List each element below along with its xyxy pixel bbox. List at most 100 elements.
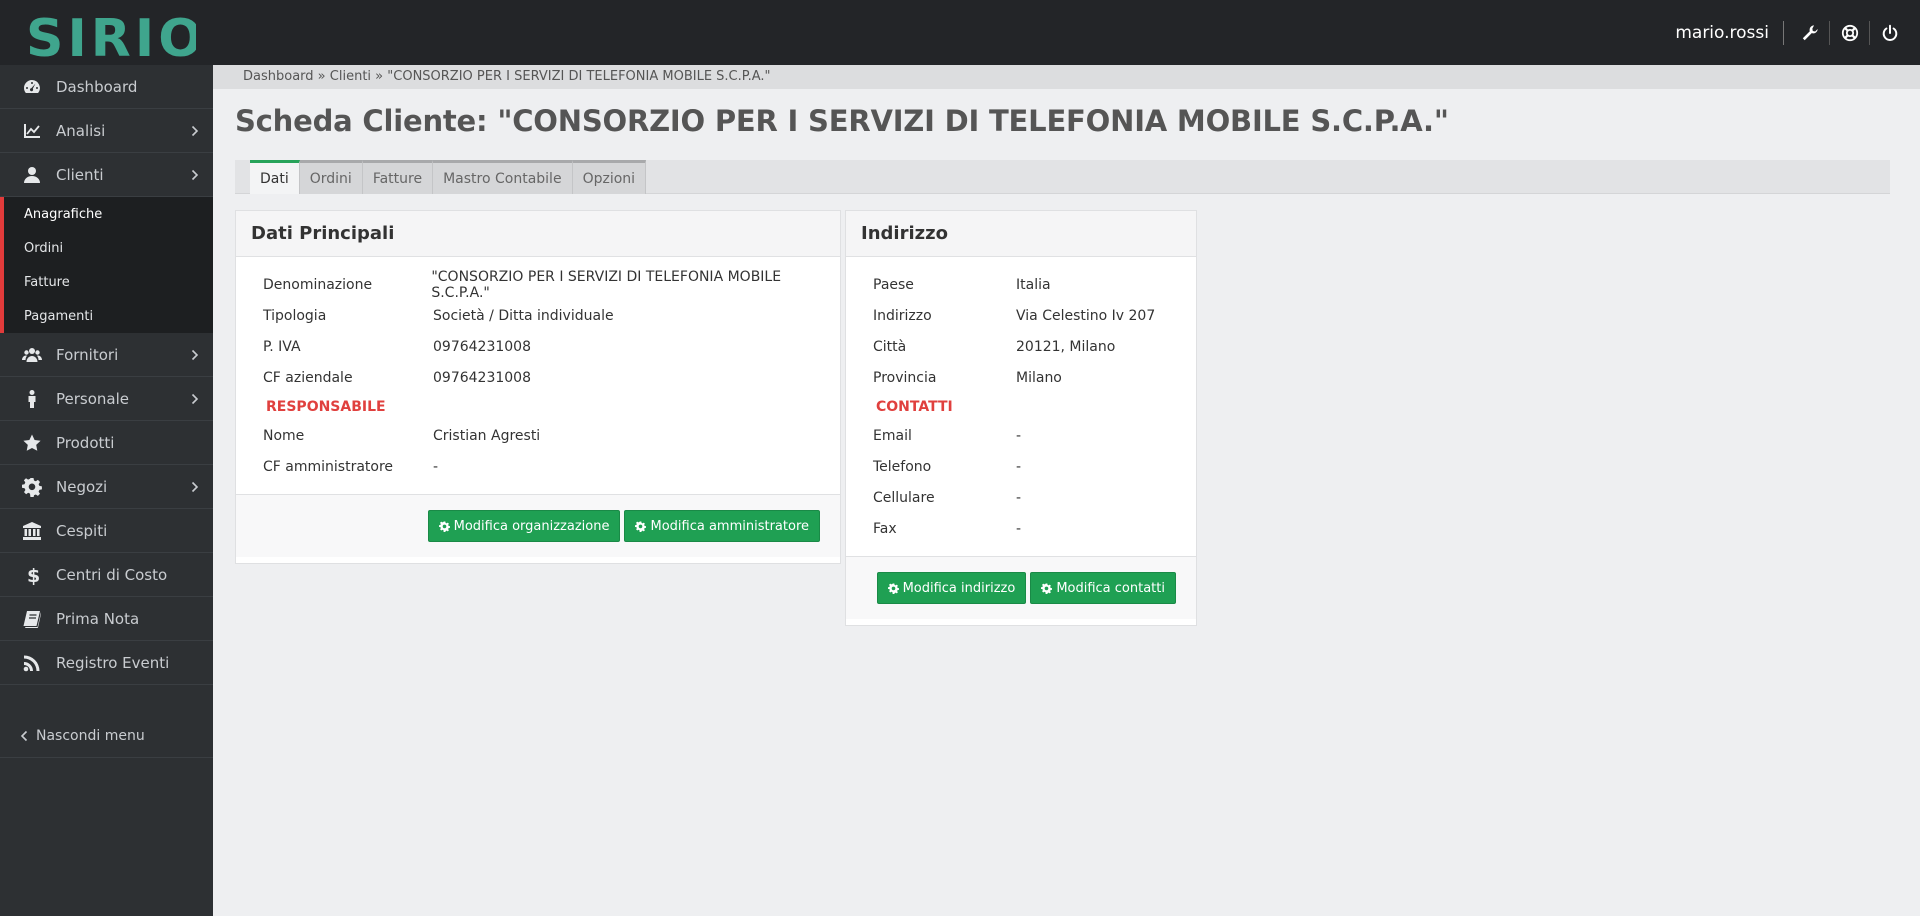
- field-value: Cristian Agresti: [433, 427, 541, 444]
- field-label: Fax: [873, 520, 897, 537]
- section-heading-responsabile: RESPONSABILE: [266, 398, 386, 415]
- sidebar-item-clienti[interactable]: Clienti: [0, 153, 213, 197]
- field-value: Italia: [1016, 276, 1051, 293]
- breadcrumb-separator: »: [317, 69, 326, 84]
- sidebar-item-centri-di-costo[interactable]: $ Centri di Costo: [0, 553, 213, 597]
- submenu-item-ordini[interactable]: Ordini: [4, 231, 213, 265]
- chevron-right-icon: [191, 393, 199, 405]
- submenu-item-fatture[interactable]: Fatture: [4, 265, 213, 299]
- bank-icon: [21, 521, 43, 541]
- svg-text:$: $: [27, 565, 40, 585]
- chevron-right-icon: [191, 125, 199, 137]
- lifebuoy-icon[interactable]: [1830, 20, 1870, 45]
- dashboard-icon: [21, 77, 43, 97]
- field-label: Cellulare: [873, 489, 935, 506]
- submenu-item-pagamenti[interactable]: Pagamenti: [4, 299, 213, 333]
- sidebar-item-registro-eventi[interactable]: Registro Eventi: [0, 641, 213, 685]
- field-row: Email -: [846, 420, 1196, 451]
- field-row: Denominazione "CONSORZIO PER I SERVIZI DI…: [236, 268, 840, 301]
- hide-menu-label: Nascondi menu: [36, 727, 145, 744]
- tab-mastro-contabile[interactable]: Mastro Contabile: [433, 160, 573, 194]
- field-row: P. IVA 09764231008: [236, 331, 840, 362]
- field-row: Provincia Milano: [846, 362, 1196, 393]
- field-label: Paese: [873, 276, 914, 293]
- field-row: Paese Italia: [846, 269, 1196, 300]
- panel-footer: Modifica indirizzo Modifica contatti: [846, 556, 1196, 619]
- field-value: "CONSORZIO PER I SERVIZI DI TELEFONIA MO…: [431, 268, 782, 301]
- users-icon: [21, 345, 43, 365]
- field-row: Fax -: [846, 513, 1196, 544]
- submenu-item-anagrafiche[interactable]: Anagrafiche: [4, 197, 213, 231]
- field-value: -: [433, 458, 439, 475]
- modifica-organizzazione-button[interactable]: Modifica organizzazione: [427, 510, 621, 542]
- sidebar-item-cespiti[interactable]: Cespiti: [0, 509, 213, 553]
- breadcrumb-clienti[interactable]: Clienti: [330, 69, 371, 84]
- field-row: Città 20121, Milano: [846, 331, 1196, 362]
- sidebar-item-label: Registro Eventi: [56, 653, 170, 672]
- field-value: -: [1016, 458, 1022, 475]
- person-icon: [21, 389, 43, 409]
- sidebar-item-negozi[interactable]: Negozi: [0, 465, 213, 509]
- modifica-amministratore-button[interactable]: Modifica amministratore: [624, 510, 820, 542]
- field-label: CF aziendale: [263, 369, 353, 386]
- svg-text:SIRIO: SIRIO: [26, 9, 196, 60]
- chevron-right-icon: [191, 349, 199, 361]
- sidebar-item-analisi[interactable]: Analisi: [0, 109, 213, 153]
- gear-icon: [438, 521, 450, 532]
- field-row: Tipologia Società / Ditta individuale: [236, 300, 840, 331]
- tab-fatture[interactable]: Fatture: [362, 160, 434, 194]
- tab-ordini[interactable]: Ordini: [299, 160, 363, 194]
- field-label: Provincia: [873, 369, 937, 386]
- sidebar-item-label: Analisi: [56, 121, 106, 140]
- field-value: Società / Ditta individuale: [433, 307, 614, 324]
- breadcrumb-dashboard[interactable]: Dashboard: [243, 69, 314, 84]
- modifica-contatti-button[interactable]: Modifica contatti: [1030, 572, 1176, 604]
- sidebar-item-label: Fornitori: [56, 345, 119, 364]
- gear-icon: [1041, 583, 1053, 594]
- button-label: Modifica indirizzo: [902, 580, 1016, 596]
- field-row: Telefono -: [846, 451, 1196, 482]
- chevron-left-icon: [20, 730, 28, 741]
- field-label: Telefono: [873, 458, 932, 475]
- panel-footer: Modifica organizzazione Modifica amminis…: [236, 494, 840, 557]
- sidebar-item-prima-nota[interactable]: Prima Nota: [0, 597, 213, 641]
- sidebar-item-label: Prodotti: [56, 433, 115, 452]
- field-row: Nome Cristian Agresti: [236, 420, 840, 451]
- field-row: CF amministratore -: [236, 451, 840, 482]
- tab-dati[interactable]: Dati: [250, 160, 300, 194]
- power-icon[interactable]: [1870, 21, 1910, 45]
- page-title: Scheda Cliente: "CONSORZIO PER I SERVIZI…: [235, 104, 1449, 138]
- gear-icon: [887, 583, 899, 594]
- sidebar-item-dashboard[interactable]: Dashboard: [0, 65, 213, 109]
- field-value: -: [1016, 489, 1022, 506]
- field-label: Nome: [263, 427, 305, 444]
- button-label: Modifica contatti: [1056, 580, 1165, 596]
- breadcrumb-separator: »: [375, 69, 384, 84]
- tab-opzioni[interactable]: Opzioni: [572, 160, 647, 194]
- chevron-right-icon: [191, 169, 199, 181]
- wrench-icon[interactable]: [1790, 20, 1830, 45]
- modifica-indirizzo-button[interactable]: Modifica indirizzo: [876, 572, 1027, 604]
- field-value: -: [1016, 427, 1022, 444]
- field-row: Indirizzo Via Celestino Iv 207: [846, 300, 1196, 331]
- sidebar-item-fornitori[interactable]: Fornitori: [0, 333, 213, 377]
- sidebar-item-prodotti[interactable]: Prodotti: [0, 421, 213, 465]
- sidebar-item-personale[interactable]: Personale: [0, 377, 213, 421]
- breadcrumb: Dashboard » Clienti » "CONSORZIO PER I S…: [213, 65, 1920, 89]
- field-value: Milano: [1016, 369, 1062, 386]
- username[interactable]: mario.rossi: [1675, 20, 1784, 45]
- sidebar-item-label: Clienti: [56, 165, 104, 184]
- field-value: 09764231008: [433, 338, 531, 355]
- sidebar-item-label: Dashboard: [56, 77, 138, 96]
- field-label: Città: [873, 338, 907, 355]
- top-bar: SIRIO mario.rossi: [0, 0, 1920, 65]
- field-value: 20121, Milano: [1016, 338, 1116, 355]
- field-label: Tipologia: [263, 307, 327, 324]
- hide-menu-button[interactable]: Nascondi menu: [0, 714, 213, 758]
- star-icon: [21, 433, 43, 453]
- field-label: Indirizzo: [873, 307, 932, 324]
- field-label: CF amministratore: [263, 458, 394, 475]
- sirio-logo[interactable]: SIRIO: [26, 6, 196, 60]
- book-icon: [21, 609, 43, 629]
